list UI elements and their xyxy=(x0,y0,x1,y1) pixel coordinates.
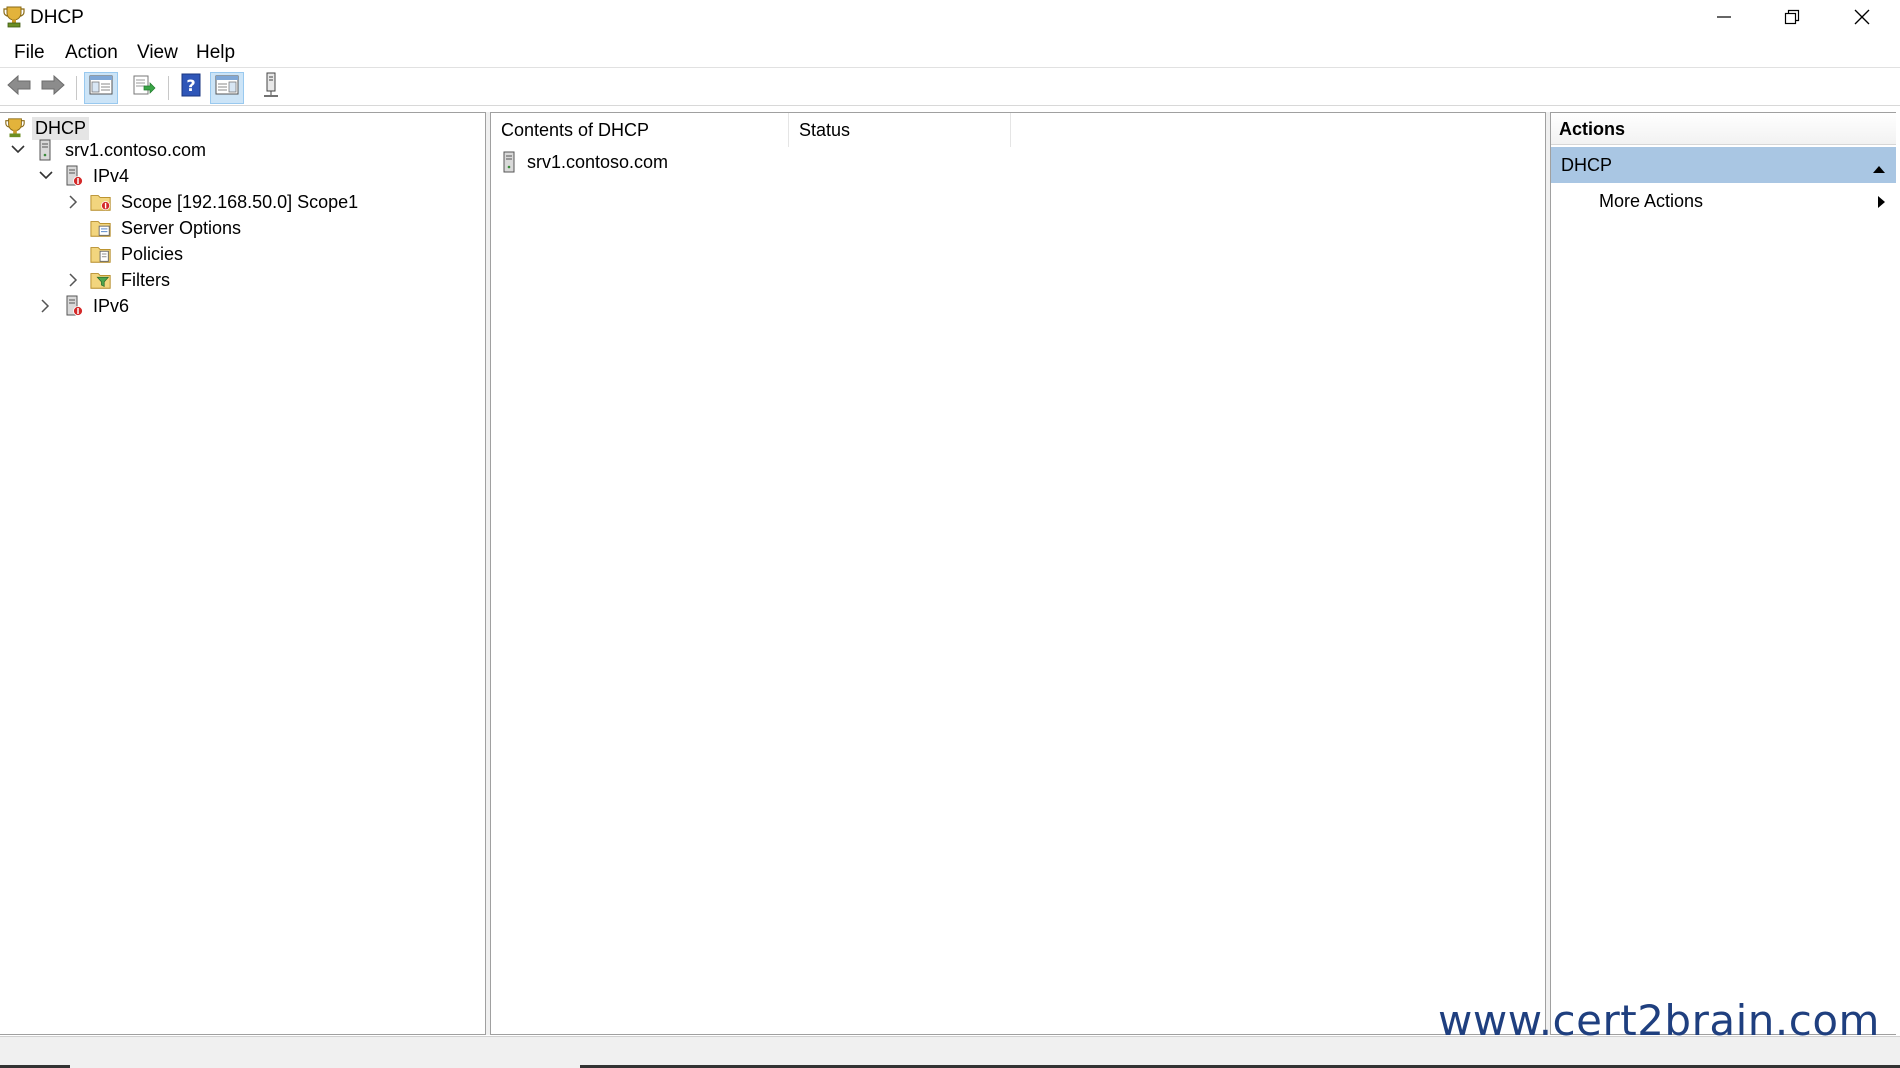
show-hide-console-tree-button[interactable] xyxy=(84,72,118,104)
tree-node-server-options[interactable]: Server Options xyxy=(90,215,244,241)
toolbar-separator xyxy=(168,76,169,100)
ipv6-server-icon xyxy=(62,295,84,317)
minimize-icon xyxy=(1716,9,1732,25)
chevron-right-icon[interactable] xyxy=(64,270,84,290)
actions-group-label: DHCP xyxy=(1561,154,1613,175)
export-list-icon xyxy=(132,74,156,102)
server-button[interactable] xyxy=(254,72,288,104)
server-icon xyxy=(260,72,282,104)
chevron-down-icon[interactable] xyxy=(8,140,28,160)
forward-arrow-icon xyxy=(40,74,66,102)
tree-node-scope[interactable]: Scope [192.168.50.0] Scope1 xyxy=(64,189,361,215)
actions-pane: Actions DHCP More Actions xyxy=(1550,112,1896,1035)
chevron-right-icon[interactable] xyxy=(36,296,56,316)
back-button[interactable] xyxy=(2,72,36,104)
server-icon xyxy=(34,139,56,161)
policies-icon xyxy=(90,243,112,265)
watermark-text: www.cert2brain.com xyxy=(1438,996,1880,1045)
tree-node-filters[interactable]: Filters xyxy=(64,267,173,293)
actions-group-dhcp[interactable]: DHCP xyxy=(1551,147,1896,183)
actions-pane-title: Actions xyxy=(1551,113,1896,145)
tree-node-label: IPv4 xyxy=(93,165,130,186)
restore-button[interactable] xyxy=(1758,0,1826,34)
submenu-arrow-icon xyxy=(1877,193,1886,215)
close-icon xyxy=(1854,9,1870,25)
chevron-right-icon[interactable] xyxy=(64,192,84,212)
console-tree-pane: DHCP srv1.contoso.com IPv4 Scope [192.16… xyxy=(0,112,486,1035)
dhcp-trophy-icon xyxy=(4,117,26,139)
column-header-status[interactable]: Status xyxy=(789,113,1011,147)
menu-help[interactable]: Help xyxy=(192,42,239,64)
svg-text:?: ? xyxy=(186,76,195,95)
tree-node-ipv6[interactable]: IPv6 xyxy=(36,293,132,319)
tree-node-label: Policies xyxy=(121,243,184,264)
title-bar: DHCP xyxy=(0,0,1900,36)
show-hide-action-pane-button[interactable] xyxy=(210,72,244,104)
show-hide-action-pane-icon xyxy=(215,75,239,101)
toolbar: ? xyxy=(0,70,1900,106)
tree-node-label: Scope [192.168.50.0] Scope1 xyxy=(121,191,359,212)
forward-button[interactable] xyxy=(36,72,70,104)
tree-node-label: srv1.contoso.com xyxy=(65,139,207,160)
tree-node-server[interactable]: srv1.contoso.com xyxy=(8,137,209,163)
toolbar-separator xyxy=(76,76,77,100)
server-icon xyxy=(501,151,519,173)
tree-node-policies[interactable]: Policies xyxy=(90,241,186,267)
help-button[interactable]: ? xyxy=(174,72,208,104)
collapse-up-icon[interactable] xyxy=(1872,158,1886,179)
list-item[interactable]: srv1.contoso.com xyxy=(501,149,668,175)
filters-icon xyxy=(90,269,112,291)
menu-bar: File Action View Help xyxy=(0,38,1900,68)
server-options-icon xyxy=(90,217,112,239)
content-pane: Contents of DHCP Status srv1.contoso.com xyxy=(490,112,1546,1035)
show-hide-console-tree-icon xyxy=(89,75,113,101)
back-arrow-icon xyxy=(6,74,32,102)
chevron-down-icon[interactable] xyxy=(36,166,56,186)
menu-action[interactable]: Action xyxy=(61,42,122,64)
menu-file[interactable]: File xyxy=(10,42,49,64)
dhcp-trophy-icon xyxy=(3,5,25,29)
list-item-name: srv1.contoso.com xyxy=(527,151,669,172)
scope-folder-icon xyxy=(90,191,112,213)
menu-view[interactable]: View xyxy=(133,42,182,64)
tree-node-label: Server Options xyxy=(121,217,242,238)
window-title: DHCP xyxy=(30,7,84,28)
ipv4-server-icon xyxy=(62,165,84,187)
restore-icon xyxy=(1784,9,1800,25)
tree-node-ipv4[interactable]: IPv4 xyxy=(36,163,132,189)
minimize-button[interactable] xyxy=(1690,0,1758,34)
tree-node-label: Filters xyxy=(121,269,170,290)
more-actions-item[interactable]: More Actions xyxy=(1599,191,1703,212)
help-icon: ? xyxy=(180,73,202,103)
column-header-contents[interactable]: Contents of DHCP xyxy=(491,113,789,147)
close-button[interactable] xyxy=(1828,0,1896,34)
tree-node-label: IPv6 xyxy=(93,295,130,316)
export-list-button[interactable] xyxy=(127,72,161,104)
